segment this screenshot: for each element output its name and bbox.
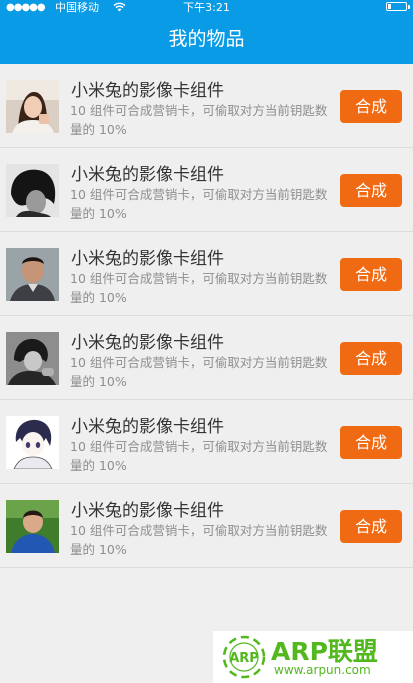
list-item: 小米兔的影像卡组件 10 组件可合成营销卡，可偷取对方当前钥匙数量的 10% 合… bbox=[0, 64, 413, 148]
battery-icon bbox=[386, 2, 410, 11]
navigation-bar: 我的物品 bbox=[0, 15, 413, 64]
status-bar: ●●●●● 中国移动 下午3:21 bbox=[0, 0, 413, 15]
item-description: 10 组件可合成营销卡，可偷取对方当前钥匙数量的 10% bbox=[70, 355, 328, 389]
item-title: 小米兔的影像卡组件 bbox=[71, 249, 224, 269]
compose-button[interactable]: 合成 bbox=[340, 342, 402, 375]
list-item: 小米兔的影像卡组件 10 组件可合成营销卡，可偷取对方当前钥匙数量的 10% 合… bbox=[0, 316, 413, 400]
item-title: 小米兔的影像卡组件 bbox=[71, 81, 224, 101]
list-item: 小米兔的影像卡组件 10 组件可合成营销卡，可偷取对方当前钥匙数量的 10% 合… bbox=[0, 232, 413, 316]
compose-button[interactable]: 合成 bbox=[340, 510, 402, 543]
watermark-url: www.arpun.com bbox=[274, 663, 371, 677]
watermark: ARP ARP联盟 www.arpun.com bbox=[213, 631, 413, 683]
item-list: 小米兔的影像卡组件 10 组件可合成营销卡，可偷取对方当前钥匙数量的 10% 合… bbox=[0, 64, 413, 568]
item-description: 10 组件可合成营销卡，可偷取对方当前钥匙数量的 10% bbox=[70, 187, 328, 221]
avatar bbox=[6, 248, 59, 301]
item-description: 10 组件可合成营销卡，可偷取对方当前钥匙数量的 10% bbox=[70, 523, 328, 557]
avatar bbox=[6, 164, 59, 217]
compose-button[interactable]: 合成 bbox=[340, 90, 402, 123]
avatar bbox=[6, 332, 59, 385]
avatar bbox=[6, 416, 59, 469]
list-item: 小米兔的影像卡组件 10 组件可合成营销卡，可偷取对方当前钥匙数量的 10% 合… bbox=[0, 400, 413, 484]
compose-button[interactable]: 合成 bbox=[340, 258, 402, 291]
clock: 下午3:21 bbox=[183, 1, 230, 14]
battery-level bbox=[388, 4, 391, 9]
item-title: 小米兔的影像卡组件 bbox=[71, 417, 224, 437]
avatar bbox=[6, 80, 59, 133]
item-description: 10 组件可合成营销卡，可偷取对方当前钥匙数量的 10% bbox=[70, 271, 328, 305]
list-item: 小米兔的影像卡组件 10 组件可合成营销卡，可偷取对方当前钥匙数量的 10% 合… bbox=[0, 148, 413, 232]
item-description: 10 组件可合成营销卡，可偷取对方当前钥匙数量的 10% bbox=[70, 103, 328, 137]
list-item: 小米兔的影像卡组件 10 组件可合成营销卡，可偷取对方当前钥匙数量的 10% 合… bbox=[0, 484, 413, 568]
item-title: 小米兔的影像卡组件 bbox=[71, 333, 224, 353]
compose-button[interactable]: 合成 bbox=[340, 174, 402, 207]
item-title: 小米兔的影像卡组件 bbox=[71, 165, 224, 185]
compose-button[interactable]: 合成 bbox=[340, 426, 402, 459]
avatar bbox=[6, 500, 59, 553]
logo-text: ARP bbox=[229, 651, 259, 666]
arp-logo-icon: ARP bbox=[222, 635, 266, 679]
item-title: 小米兔的影像卡组件 bbox=[71, 501, 224, 521]
item-description: 10 组件可合成营销卡，可偷取对方当前钥匙数量的 10% bbox=[70, 439, 328, 473]
page-title: 我的物品 bbox=[168, 28, 245, 50]
